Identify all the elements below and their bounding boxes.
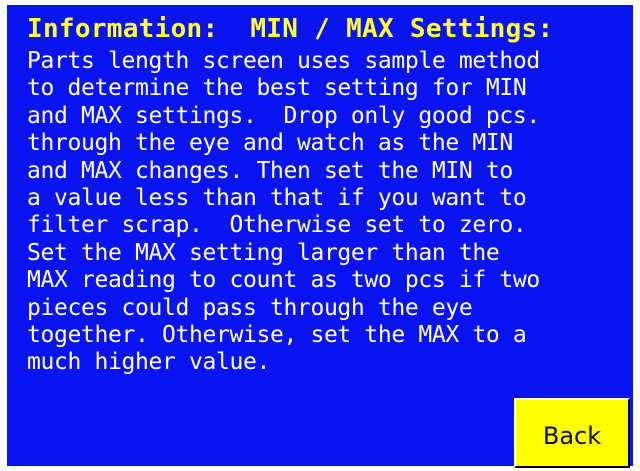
info-text-line: much higher value. [27,349,270,376]
screen: Information: MIN / MAX Settings: Parts l… [0,0,640,471]
back-button[interactable]: Back [514,398,630,468]
info-text-line: a value less than that if you want to [27,184,527,211]
info-text-line: pieces could pass through the eye [27,294,473,321]
info-text-line: Set the MAX setting larger than the [27,239,500,266]
info-panel: Information: MIN / MAX Settings: Parts l… [7,5,633,466]
info-text-line: through the eye and watch as the MIN [27,130,513,157]
info-text-line: and MAX changes. Then set the MIN to [27,157,513,184]
info-text-line: and MAX settings. Drop only good pcs. [27,102,540,129]
info-text-line: Parts length screen uses sample method [27,48,540,74]
info-text-line: together. Otherwise, set the MAX to a [27,321,527,348]
info-text-line: MAX reading to count as two pcs if two [27,267,540,294]
info-text-line: to determine the best setting for MIN [27,75,527,102]
page-title: Information: MIN / MAX Settings: [27,14,554,44]
info-text-line: filter scrap. Otherwise set to zero. [27,212,527,239]
info-text: Parts length screen uses sample method t… [27,48,540,377]
